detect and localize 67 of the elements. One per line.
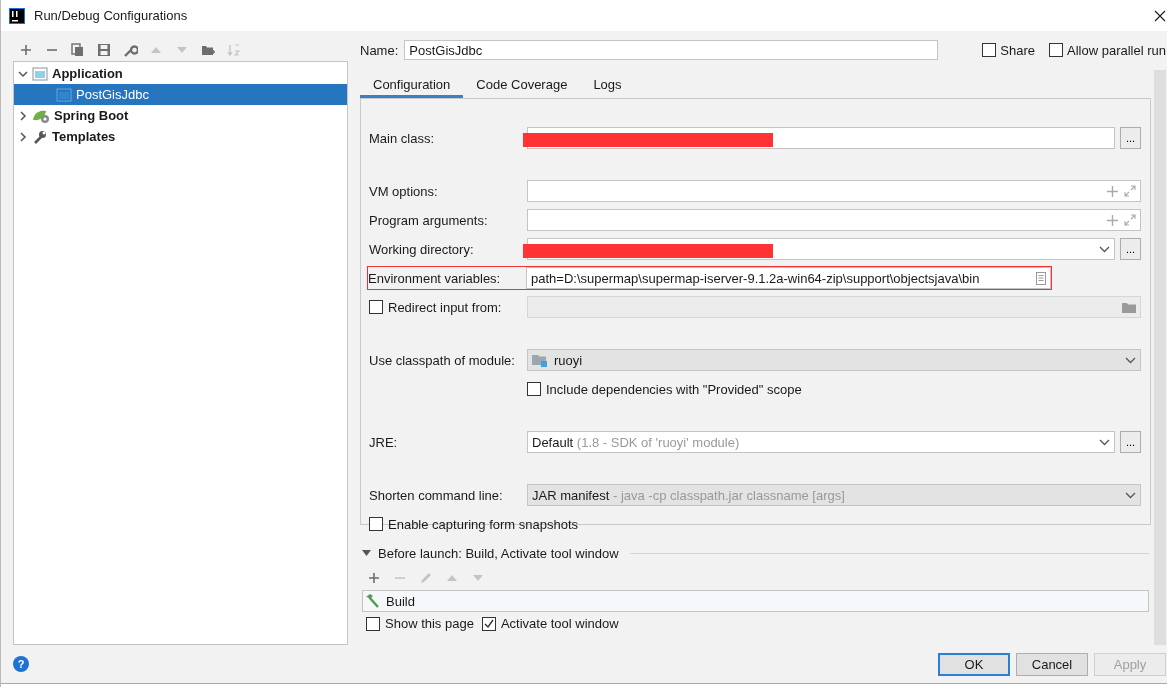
hammer-icon [365, 594, 381, 608]
tree-item[interactable]: Templates [14, 126, 347, 147]
app-logo-icon [9, 7, 25, 24]
field-label: Use classpath of module: [369, 352, 516, 368]
combo-box[interactable]: Default (1.8 - SDK of 'ruoyi' module) [527, 431, 1115, 453]
close-icon[interactable] [1154, 9, 1166, 22]
input-field[interactable] [527, 209, 1141, 231]
add-icon[interactable] [366, 570, 382, 586]
checkbox-label: Activate tool window [500, 616, 619, 631]
tree-item[interactable]: Application [14, 63, 347, 84]
add-icon[interactable] [1107, 214, 1118, 226]
checkbox-label: Show this page [385, 616, 474, 631]
field-label: Name: [360, 42, 399, 58]
tab[interactable]: Logs [580, 70, 635, 98]
checkbox[interactable] [1049, 43, 1063, 57]
checkbox-label: Share [1000, 42, 1035, 58]
task-item[interactable]: Build [362, 590, 1149, 612]
add-icon[interactable] [1107, 185, 1118, 197]
checkbox[interactable] [982, 43, 997, 57]
expand-icon[interactable] [1124, 214, 1136, 226]
checkbox[interactable] [481, 616, 496, 631]
checkbox[interactable] [527, 382, 541, 396]
wrench-icon[interactable] [122, 42, 138, 58]
expand-icon[interactable] [1124, 185, 1136, 197]
name-field[interactable]: PostGisJdbc [404, 40, 939, 60]
dropdown[interactable]: ruoyi [527, 349, 1141, 371]
checkbox[interactable] [369, 517, 383, 531]
checkbox-label: Enable capturing form snapshots [388, 516, 579, 532]
browse-button[interactable]: ... [1120, 431, 1141, 453]
window-title: Run/Debug Configurations [34, 8, 189, 23]
browse-button[interactable]: ... [1120, 238, 1141, 260]
dialog-button[interactable]: Cancel [1016, 652, 1088, 676]
checkbox-label: Include dependencies with "Provided" scope [546, 381, 802, 397]
module-folder-icon [532, 353, 548, 367]
window-icon [56, 87, 72, 102]
checkbox[interactable] [369, 300, 383, 314]
field-label: Environment variables: [368, 270, 502, 286]
checkbox-label: Allow parallel run [1067, 42, 1166, 58]
checkbox[interactable] [366, 616, 380, 631]
field-value: path=D:\supermap\supermap-iserver-9.1.2a-win64-zip\support\objectsjava\bin [531, 270, 980, 286]
input-field[interactable] [527, 296, 1141, 318]
folder-icon[interactable] [1122, 301, 1136, 313]
dialog-button[interactable]: OK [938, 652, 1010, 676]
wrench-icon [32, 128, 48, 145]
field-label: VM options: [369, 183, 439, 199]
dropdown[interactable]: JAR manifest - java -cp classpath.jar classname [args] [527, 484, 1141, 506]
tree-item[interactable]: PostGisJdbc [14, 84, 347, 105]
tab[interactable]: Configuration [360, 70, 464, 98]
tree-item[interactable]: Spring Boot [14, 105, 347, 126]
window-icon [32, 66, 48, 81]
checkbox-label: Redirect input from: [369, 299, 527, 315]
copy-icon[interactable] [70, 42, 86, 58]
expanded-triangle-icon[interactable] [362, 549, 371, 557]
field-label: Main class: [369, 130, 436, 146]
input-field[interactable]: path=D:\supermap\supermap-iserver-9.1.2a-win64-zip\support\objectsjava\bin [526, 267, 1051, 289]
browse-button[interactable]: ... [1120, 127, 1141, 149]
help-button[interactable]: ? [13, 656, 29, 672]
add-icon[interactable] [18, 42, 34, 58]
section-title: Before launch: Build, Activate tool window [378, 545, 619, 561]
tab[interactable]: Code Coverage [463, 70, 581, 98]
field-label: Shorten command line: [369, 487, 504, 503]
document-icon[interactable] [1036, 271, 1046, 285]
input-field[interactable] [527, 180, 1141, 202]
field-label: Program arguments: [369, 212, 489, 228]
field-label: Working directory: [369, 241, 475, 257]
save-icon[interactable] [96, 42, 112, 58]
field-label: JRE: [369, 434, 399, 450]
